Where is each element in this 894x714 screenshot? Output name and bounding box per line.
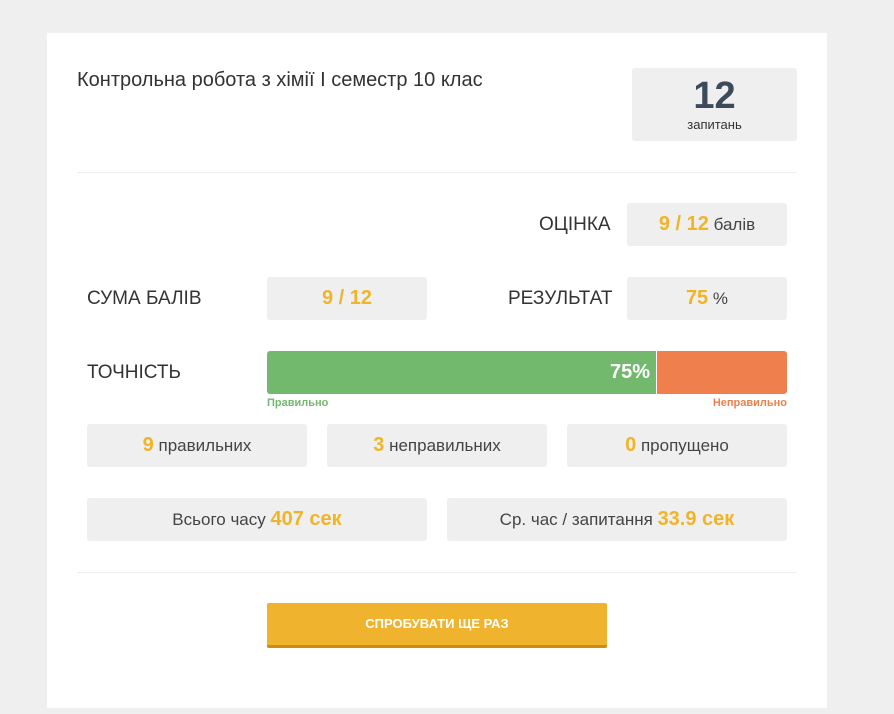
correct-count-box: 9 правильних	[87, 424, 307, 467]
accuracy-bar-correct: 75%	[267, 351, 657, 394]
incorrect-legend-label: Неправильно	[712, 397, 787, 409]
bottom-divider	[77, 572, 797, 573]
questions-count: 12	[693, 75, 736, 117]
score-sum-value: 9 / 12	[321, 287, 373, 309]
accuracy-label: ТОЧНІСТЬ	[87, 362, 181, 383]
correct-count-value: 9	[142, 434, 154, 456]
grade-unit: балів	[713, 215, 756, 234]
score-sum-label: СУМА БАЛІВ	[87, 288, 202, 309]
questions-count-label: запитань	[687, 117, 742, 132]
grade-label: ОЦІНКА	[539, 214, 611, 235]
result-box: 75 %	[627, 277, 787, 320]
retry-button[interactable]: СПРОБУВАТИ ЩЕ РАЗ	[267, 603, 607, 648]
incorrect-count-value: 3	[373, 434, 385, 456]
avg-time-value: 33.9 сек	[657, 508, 735, 530]
questions-count-box: 12 запитань	[632, 68, 797, 141]
incorrect-count-box: 3 неправильних	[327, 424, 547, 467]
skipped-count-label: пропущено	[640, 436, 729, 455]
result-unit: %	[712, 289, 729, 308]
results-card: Контрольна робота з хімії І семестр 10 к…	[47, 33, 827, 708]
score-sum-box: 9 / 12	[267, 277, 427, 320]
accuracy-bar: 75%	[267, 351, 787, 394]
total-time-value: 407 сек	[270, 508, 342, 530]
accuracy-bar-incorrect	[657, 351, 787, 394]
result-label: РЕЗУЛЬТАТ	[508, 288, 613, 309]
correct-legend-label: Правильно	[267, 397, 329, 409]
skipped-count-box: 0 пропущено	[567, 424, 787, 467]
skipped-count-value: 0	[625, 434, 637, 456]
total-time-label: Всього часу	[172, 510, 266, 529]
result-value: 75	[685, 287, 709, 309]
grade-box: 9 / 12 балів	[627, 203, 787, 246]
correct-count-label: правильних	[158, 436, 252, 455]
accuracy-percent: 75%	[609, 361, 650, 383]
quiz-title: Контрольна робота з хімії І семестр 10 к…	[77, 69, 483, 91]
avg-time-label: Ср. час / запитання	[499, 510, 653, 529]
incorrect-count-label: неправильних	[389, 436, 501, 455]
total-time-box: Всього часу 407 сек	[87, 498, 427, 541]
top-divider	[77, 172, 797, 173]
grade-value: 9 / 12	[658, 213, 709, 235]
avg-time-box: Ср. час / запитання 33.9 сек	[447, 498, 787, 541]
